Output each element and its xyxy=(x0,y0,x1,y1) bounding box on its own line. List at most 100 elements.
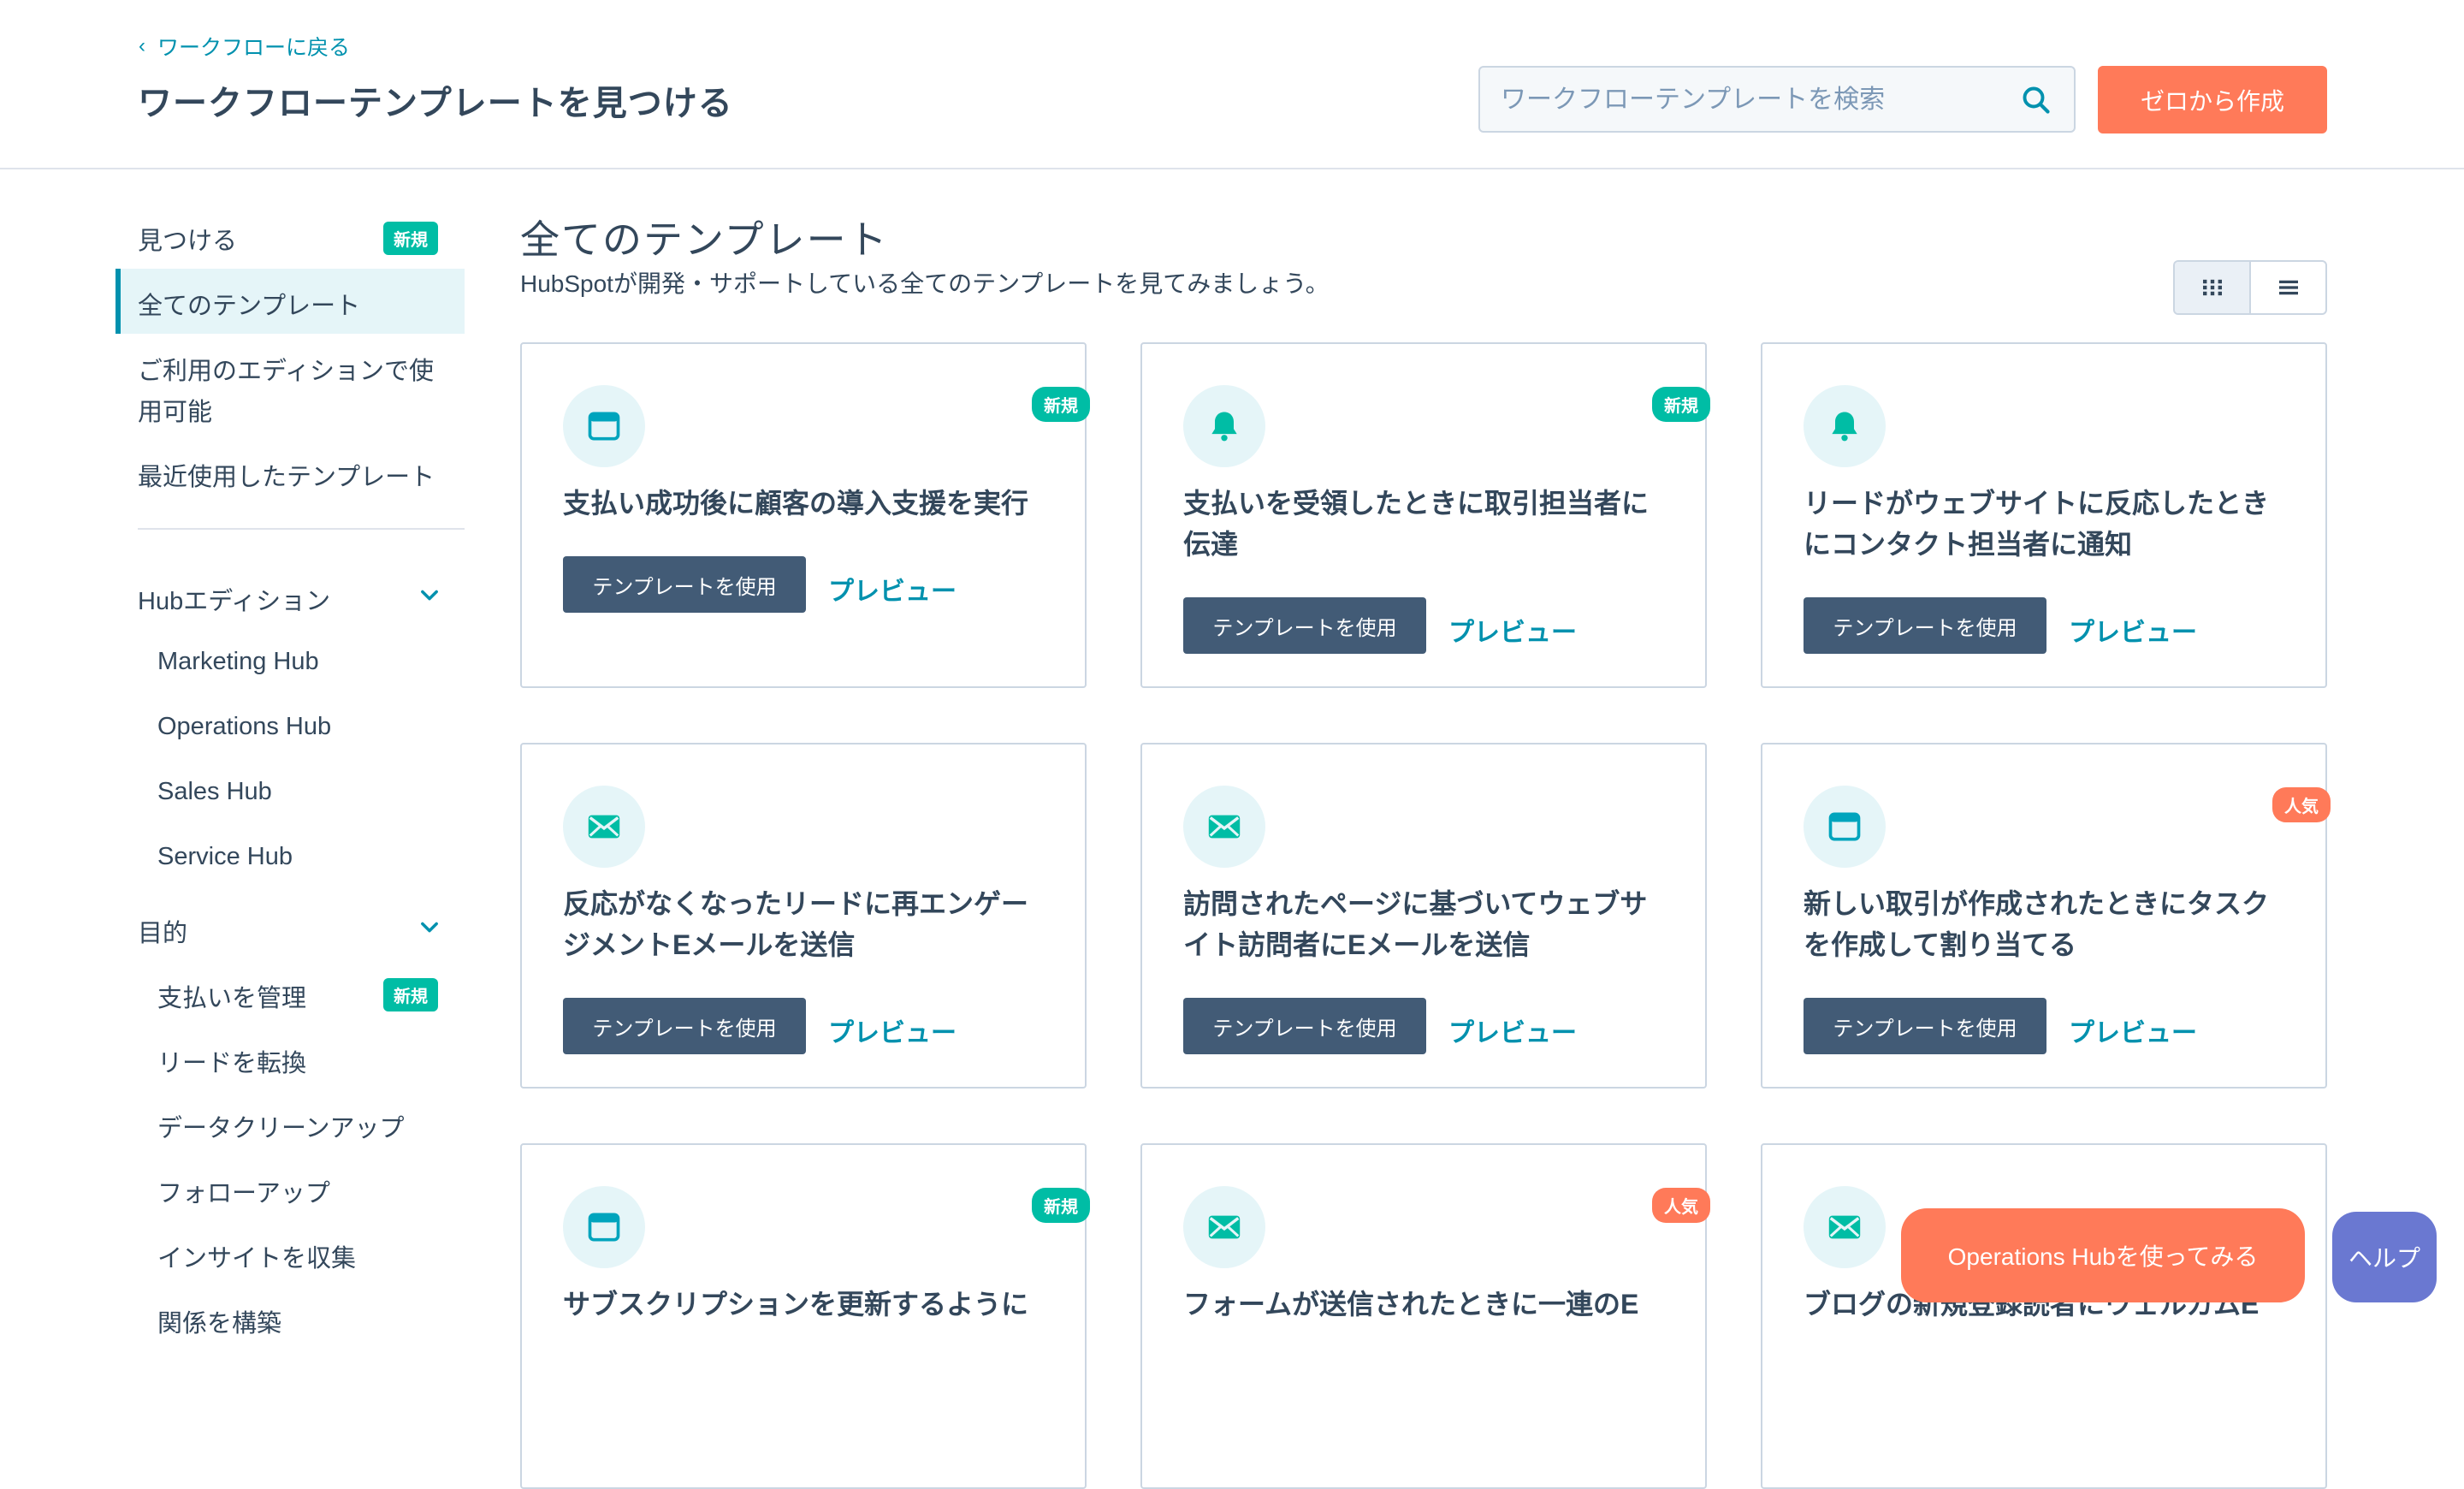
preview-link[interactable]: プレビュー xyxy=(828,1011,957,1049)
sidebar-item-convert-leads[interactable]: リードを転換 xyxy=(157,1043,306,1079)
help-button[interactable]: ヘルプ xyxy=(2332,1212,2437,1302)
card-title: 支払いを受領したときに取引担当者に 伝達 xyxy=(1183,483,1662,565)
card-title-line: 反応がなくなったリードに再エンゲー xyxy=(563,888,1029,919)
sidebar-item-build-relationships[interactable]: 関係を構築 xyxy=(157,1303,281,1339)
use-template-button[interactable]: テンプレートを使用 xyxy=(563,998,806,1054)
use-template-button[interactable]: テンプレートを使用 xyxy=(1183,597,1426,654)
card-title-line: 新しい取引が作成されたときにタスク xyxy=(1804,888,2270,919)
card-title-line: リードがウェブサイトに反応したとき xyxy=(1804,488,2270,519)
sidebar-item-label-line1: ご利用のエディションで使 xyxy=(138,358,434,385)
grid-view-button[interactable] xyxy=(2175,262,2251,313)
template-card[interactable]: 新規支払い成功後に顧客の導入支援を実行テンプレートを使用 プレビュー xyxy=(520,342,1090,688)
card-title-line: 支払い成功後に顧客の導入支援を実行 xyxy=(563,488,1029,519)
card-title: 反応がなくなったリードに再エンゲー ジメントEメールを送信 xyxy=(563,883,1042,965)
grid-icon xyxy=(2202,279,2222,296)
sidebar-item-discover[interactable]: 見つける xyxy=(138,221,237,257)
browser-window-icon xyxy=(563,385,645,467)
try-operations-hub-button[interactable]: Operations Hubを使ってみる xyxy=(1901,1208,2305,1302)
back-to-workflows-link[interactable]: ‹ ワークフローに戻る xyxy=(139,31,350,62)
use-template-button[interactable]: テンプレートを使用 xyxy=(1804,597,2046,654)
preview-link[interactable]: プレビュー xyxy=(828,570,957,608)
card-title-line: にコンタクト担当者に通知 xyxy=(1804,529,2133,560)
chevron-down-icon[interactable] xyxy=(418,583,441,607)
card-title-line: を作成して割り当てる xyxy=(1804,929,2077,960)
new-badge: 新規 xyxy=(1652,387,1710,422)
card-title: リードがウェブサイトに反応したとき にコンタクト担当者に通知 xyxy=(1804,483,2283,565)
envelope-icon xyxy=(1804,1186,1886,1268)
search-input[interactable] xyxy=(1499,68,2016,133)
sidebar-item-available-in-edition[interactable]: ご利用のエディションで使 用可能 xyxy=(138,351,446,433)
new-badge: 新規 xyxy=(1032,1188,1090,1223)
template-card[interactable]: リードがウェブサイトに反応したとき にコンタクト担当者に通知テンプレートを使用 プレ… xyxy=(1761,342,2327,688)
sidebar-item-follow-up[interactable]: フォローアップ xyxy=(157,1173,330,1209)
template-card[interactable]: 新規支払いを受領したときに取引担当者に 伝達テンプレートを使用 プレビュー xyxy=(1140,342,1710,688)
section-label: 目的 xyxy=(138,920,188,947)
popular-badge: 人気 xyxy=(2272,787,2331,822)
card-title-line: 訪問されたページに基づいてウェブサ xyxy=(1183,888,1648,919)
card-title: 訪問されたページに基づいてウェブサ イト訪問者にEメールを送信 xyxy=(1183,883,1662,965)
bell-icon xyxy=(1804,385,1886,467)
new-badge: 新規 xyxy=(383,978,438,1011)
sidebar-item-all-templates[interactable]: 全てのテンプレート xyxy=(138,286,360,322)
template-card[interactable]: ブログの新規登録読者にウェルカムE xyxy=(1761,1143,2327,1489)
header-divider xyxy=(0,168,2464,169)
envelope-icon xyxy=(563,786,645,868)
card-title-line: ジメントEメールを送信 xyxy=(563,929,856,960)
sidebar-item-sales-hub[interactable]: Sales Hub xyxy=(157,778,272,806)
search-icon[interactable] xyxy=(2021,85,2052,116)
sidebar-item-manage-payments[interactable]: 支払いを管理 xyxy=(157,978,306,1014)
section-label: Hubエディション xyxy=(138,588,331,615)
template-card[interactable]: 訪問されたページに基づいてウェブサ イト訪問者にEメールを送信テンプレートを使用プ… xyxy=(1140,743,1707,1089)
sidebar-divider xyxy=(138,528,465,530)
back-link-label: ワークフローに戻る xyxy=(157,36,351,60)
view-toggle xyxy=(2173,260,2327,315)
sidebar-item-label: 見つける xyxy=(138,228,238,255)
card-title: フォームが送信されたときに一連のE xyxy=(1183,1284,1662,1325)
use-template-button[interactable]: テンプレートを使用 xyxy=(1804,998,2046,1054)
preview-link[interactable]: プレビュー xyxy=(1448,611,1577,649)
sidebar-item-label: 全てのテンプレート xyxy=(138,293,361,320)
sidebar-item-label: 最近使用したテンプレート xyxy=(138,464,435,491)
section-subtitle: HubSpotが開発・サポートしている全てのテンプレートを見てみましょう。 xyxy=(520,270,1330,297)
bell-icon xyxy=(1183,385,1265,467)
browser-window-icon xyxy=(563,1186,645,1268)
use-template-button[interactable]: テンプレートを使用 xyxy=(563,556,806,613)
use-template-button[interactable]: テンプレートを使用 xyxy=(1183,998,1426,1054)
template-card[interactable]: 新規サブスクリプションを更新するように xyxy=(520,1143,1090,1489)
list-view-button[interactable] xyxy=(2251,262,2325,313)
template-search[interactable] xyxy=(1478,66,2076,133)
section-title: 全てのテンプレート xyxy=(520,217,889,262)
card-title-line: イト訪問者にEメールを送信 xyxy=(1183,929,1531,960)
popular-badge: 人気 xyxy=(1652,1188,1710,1223)
template-card[interactable]: 反応がなくなったリードに再エンゲー ジメントEメールを送信テンプレートを使用 プレビ… xyxy=(520,743,1087,1089)
preview-link[interactable]: プレビュー xyxy=(2069,1011,2197,1049)
sidebar-item-label-line2: 用可能 xyxy=(138,399,213,426)
card-title-line: 支払いを受領したときに取引担当者に xyxy=(1183,488,1650,519)
card-title-line: フォームが送信されたときに一連のE xyxy=(1183,1289,1639,1320)
list-icon xyxy=(2278,280,2298,295)
page-title: ワークフローテンプレートを見つける xyxy=(138,85,733,122)
card-title: サブスクリプションを更新するように xyxy=(563,1284,1042,1325)
sidebar-item-marketing-hub[interactable]: Marketing Hub xyxy=(157,648,319,676)
sidebar-item-operations-hub[interactable]: Operations Hub xyxy=(157,713,331,741)
preview-link[interactable]: プレビュー xyxy=(2069,611,2197,649)
chevron-left-icon: ‹ xyxy=(139,34,145,57)
new-badge: 新規 xyxy=(383,222,438,255)
preview-link[interactable]: プレビュー xyxy=(1448,1011,1577,1049)
sidebar-item-data-cleanup[interactable]: データクリーンアップ xyxy=(157,1108,405,1144)
create-from-scratch-button[interactable]: ゼロから作成 xyxy=(2098,66,2327,133)
card-title-line: 伝達 xyxy=(1183,529,1239,560)
card-title: 新しい取引が作成されたときにタスク を作成して割り当てる xyxy=(1804,883,2283,965)
envelope-icon xyxy=(1183,786,1265,868)
sidebar-item-gather-insights[interactable]: インサイトを収集 xyxy=(157,1238,356,1274)
sidebar-item-service-hub[interactable]: Service Hub xyxy=(157,843,293,871)
sidebar-section-hub-edition[interactable]: Hubエディション xyxy=(138,581,330,617)
template-card[interactable]: 人気フォームが送信されたときに一連のE xyxy=(1140,1143,1710,1489)
card-title: 支払い成功後に顧客の導入支援を実行 xyxy=(563,483,1042,524)
card-title-line: サブスクリプションを更新するように xyxy=(563,1289,1029,1320)
sidebar-item-recently-used[interactable]: 最近使用したテンプレート xyxy=(138,457,435,493)
sidebar-section-goal[interactable]: 目的 xyxy=(138,913,187,949)
new-badge: 新規 xyxy=(1032,387,1090,422)
chevron-down-icon[interactable] xyxy=(418,915,441,939)
template-card[interactable]: 人気新しい取引が作成されたときにタスク を作成して割り当てるテンプレートを使用 プレ… xyxy=(1761,743,2331,1089)
